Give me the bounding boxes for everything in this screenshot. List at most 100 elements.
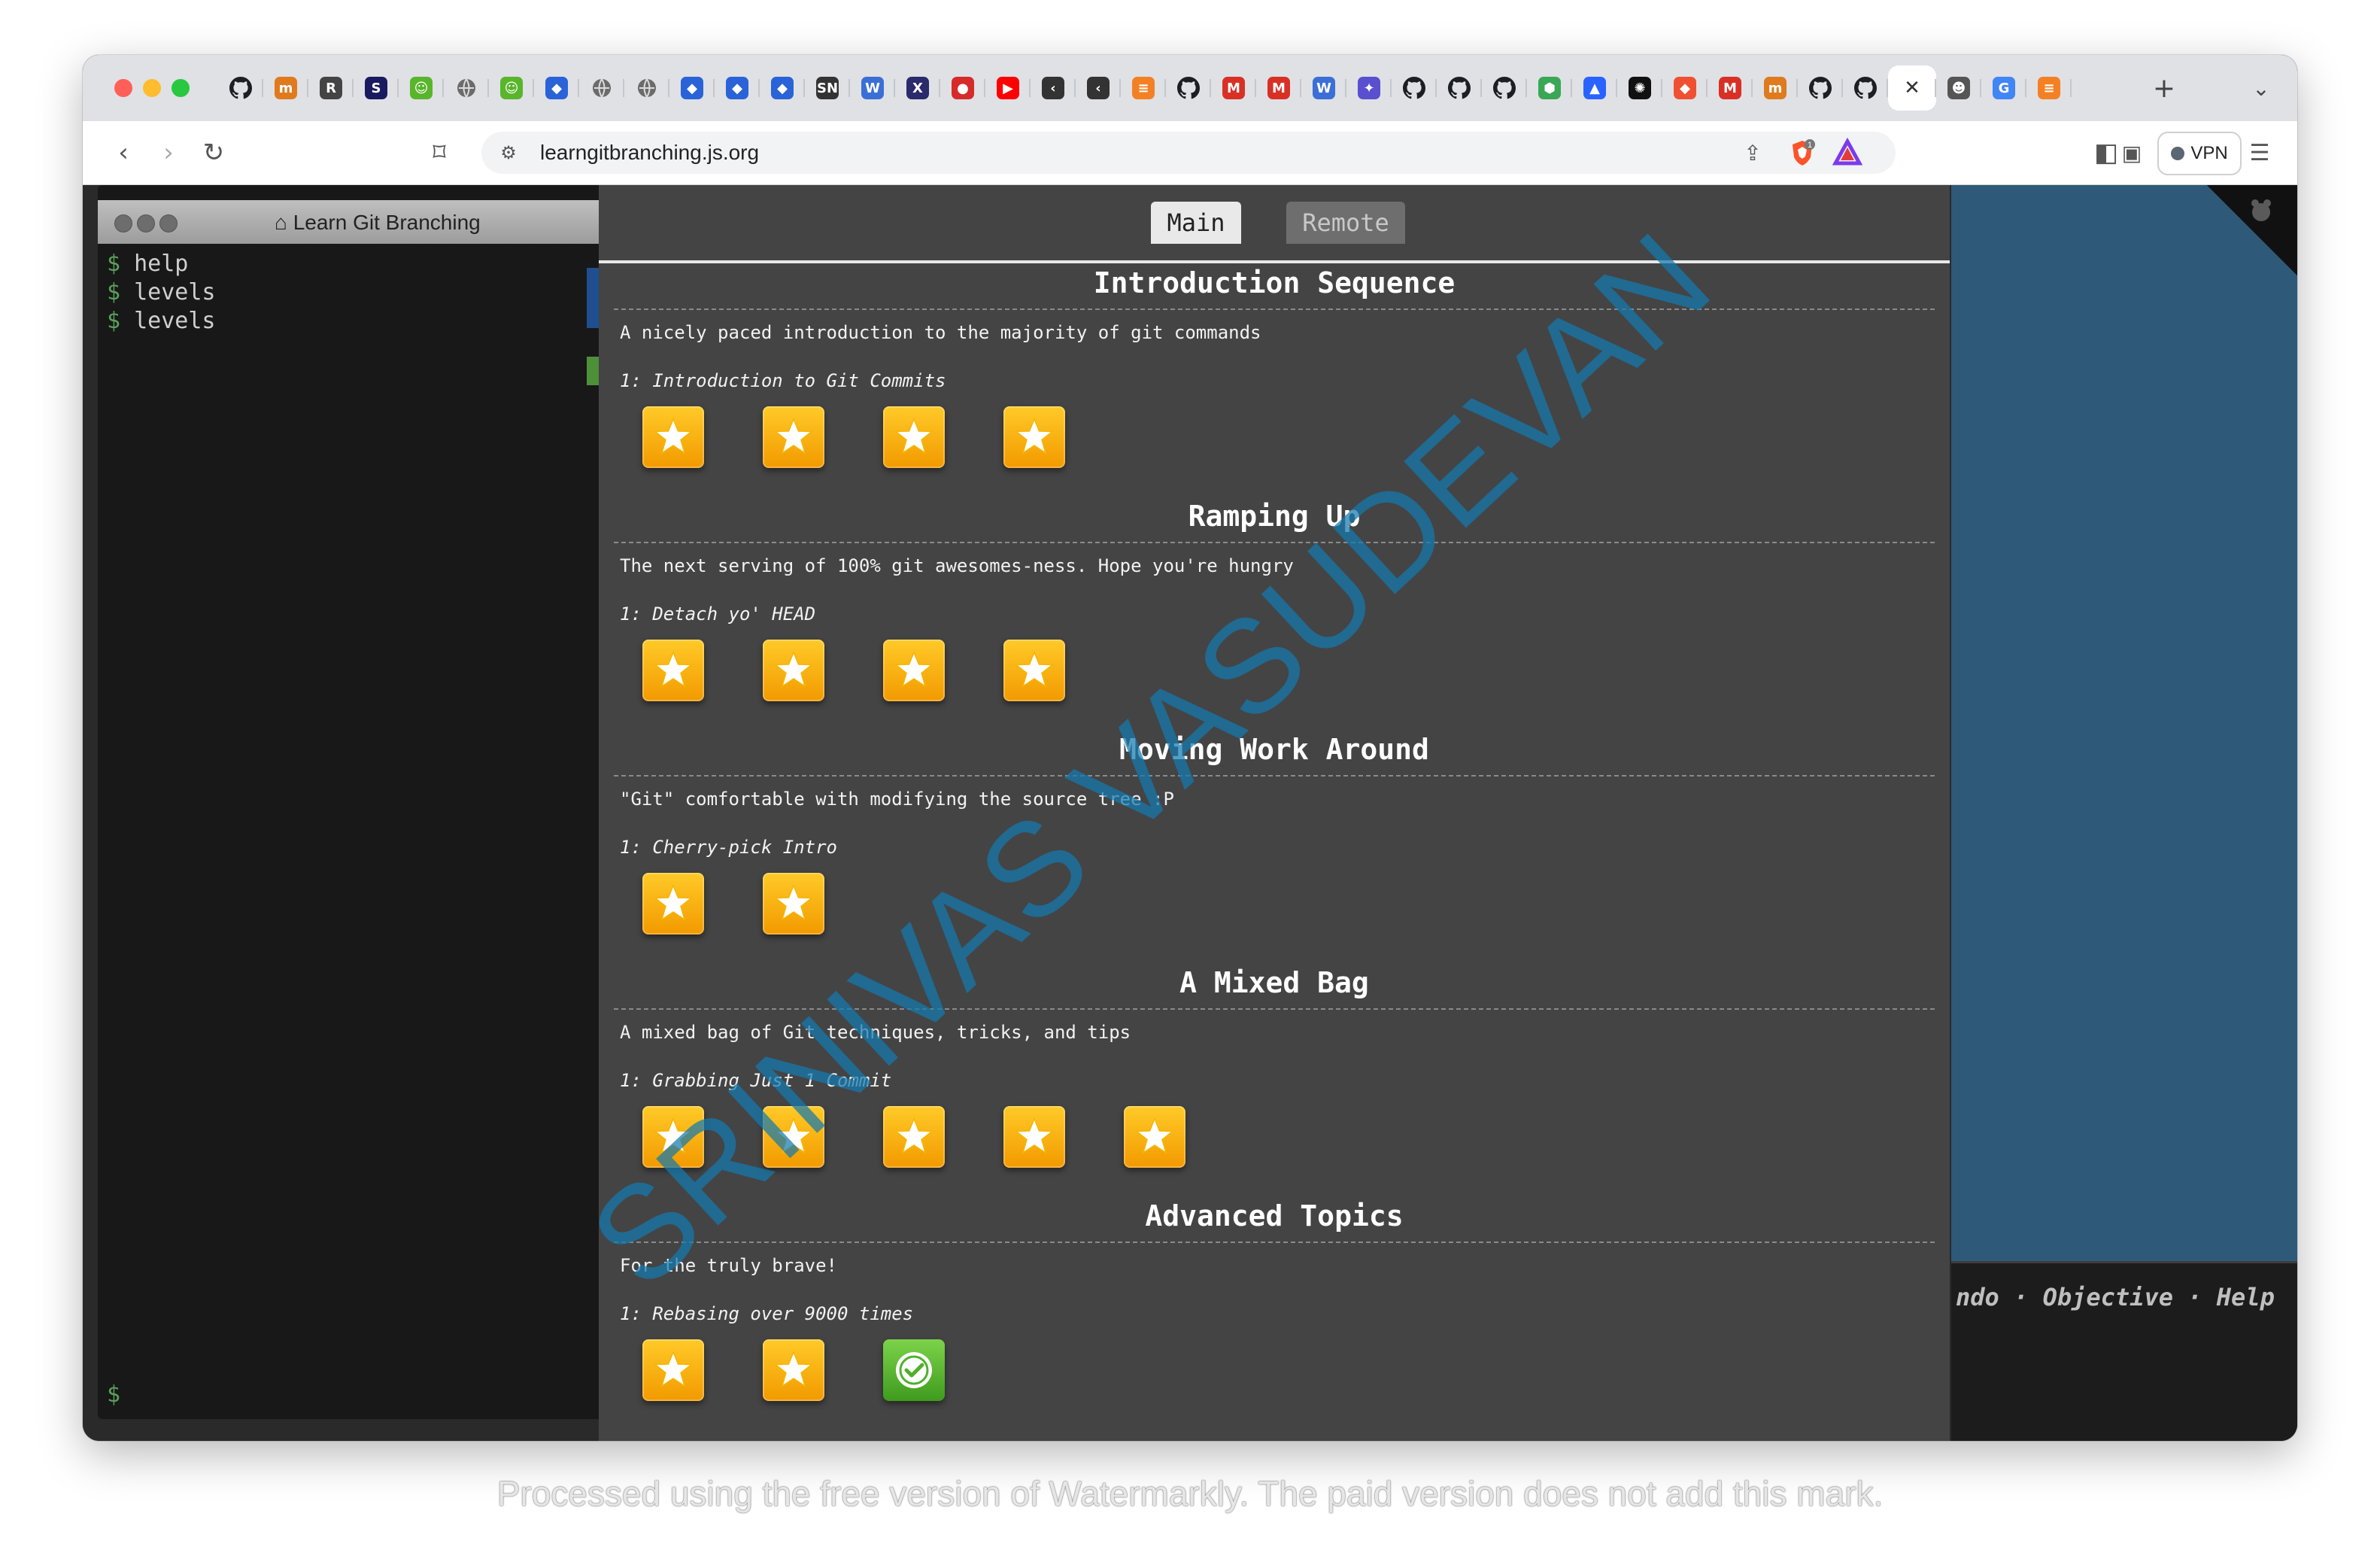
vpn-button[interactable]: VPN [2157,132,2242,175]
browser-tab[interactable]: ◆ [715,65,760,111]
browser-tab[interactable]: ▲ [1572,65,1617,111]
browser-tab[interactable]: ◆ [534,65,579,111]
browser-tab[interactable]: W [850,65,895,111]
level-star-icon[interactable] [883,640,945,701]
url-text[interactable]: learngitbranching.js.org [540,141,759,165]
terminal-title: ⌂ Learn Git Branching [275,211,481,235]
brave-shield-icon[interactable]: 1 [1787,138,1817,168]
share-icon[interactable]: ⇪ [1738,138,1768,168]
terminal-command: help [134,251,189,277]
browser-tab[interactable] [624,65,669,111]
browser-tab[interactable]: ✺ [1617,65,1662,111]
browser-tab[interactable]: ☻ [1936,65,1981,111]
level-star-icon[interactable] [883,1106,945,1168]
browser-tab[interactable]: ◆ [1662,65,1708,111]
browser-tab[interactable]: W [1301,65,1346,111]
browser-tab[interactable]: SN [805,65,850,111]
browser-tab[interactable]: ≡ [1121,65,1166,111]
terminal-titlebar: ⌂ Learn Git Branching [98,200,609,244]
level-star-icon[interactable] [763,873,824,935]
tab-remote[interactable]: Remote [1286,202,1405,244]
browser-tab[interactable]: ≡ [2026,65,2072,111]
tab-diamond-icon: ◆ [726,77,748,99]
browser-tab[interactable]: R [308,65,354,111]
level-solved-check-icon[interactable] [883,1339,945,1401]
level-star-icon[interactable] [642,640,704,701]
git-visualization-canvas [1951,185,2297,1261]
tab-chevron-icon: ‹ [1087,77,1110,99]
level-star-icon[interactable] [1003,1106,1065,1168]
browser-tab[interactable] [218,65,263,111]
browser-tab[interactable] [1482,65,1527,111]
browser-tab[interactable] [1798,65,1843,111]
new-tab-button[interactable]: + [2148,71,2181,105]
level-star-icon[interactable] [1003,640,1065,701]
level-star-icon[interactable] [763,640,824,701]
browser-tab[interactable]: ▶ [985,65,1031,111]
google-icon: G [1993,77,2015,99]
level-star-icon[interactable] [642,873,704,935]
terminal-title-text: Learn Git Branching [293,211,481,234]
terminal-input-prompt[interactable]: $ [107,1381,120,1408]
sequence-divider [614,1242,1935,1243]
wallet-button-icon[interactable]: ▣ [2114,135,2150,171]
browser-tab[interactable] [1166,65,1211,111]
browser-tab[interactable]: M [1256,65,1301,111]
address-bar[interactable]: ⚙ learngitbranching.js.org ⇪ 1 [481,132,1896,174]
tab-triangle-icon: ▲ [1583,77,1606,99]
gmail-icon: M [1267,77,1290,99]
browser-tab[interactable]: ✕ [1888,65,1936,111]
browser-tab[interactable] [1392,65,1437,111]
zoom-window-button[interactable] [172,79,190,97]
menu-icon[interactable]: ☰ [2242,135,2278,171]
level-star-icon[interactable] [642,406,704,468]
sequence-divider [614,308,1935,310]
tab-w-icon: W [1313,77,1335,99]
minimize-window-button[interactable] [143,79,161,97]
level-star-icon[interactable] [883,406,945,468]
terminal-command: levels [134,279,216,305]
browser-tab[interactable]: ☺ [489,65,534,111]
level-star-icon[interactable] [642,1339,704,1401]
octocat-icon[interactable] [2246,196,2276,226]
level-star-icon[interactable] [763,406,824,468]
browser-tab[interactable]: ◆ [669,65,715,111]
browser-tab[interactable]: X [895,65,940,111]
browser-tab[interactable]: m [1753,65,1798,111]
browser-tab[interactable] [1437,65,1482,111]
tab-smile-icon: ☺ [410,77,433,99]
browser-tab[interactable]: ● [940,65,985,111]
browser-tab[interactable]: G [1981,65,2026,111]
tab-main[interactable]: Main [1151,202,1241,244]
browser-tab[interactable]: ☺ [399,65,444,111]
tab-search-button[interactable]: ⌄ [2245,71,2278,105]
brave-rewards-icon[interactable] [1832,137,1863,168]
browser-tab[interactable]: ✦ [1346,65,1392,111]
site-info-icon[interactable]: ⚙ [495,139,522,166]
browser-tab[interactable]: ◆ [760,65,805,111]
forward-button[interactable]: › [150,135,187,171]
close-window-button[interactable] [114,79,132,97]
level-star-icon[interactable] [1003,406,1065,468]
tab-shield-icon: ⬢ [1538,77,1561,99]
browser-tab[interactable]: ‹ [1076,65,1121,111]
browser-tab[interactable]: S [354,65,399,111]
browser-tab[interactable]: M [1211,65,1256,111]
browser-tab[interactable]: ⬢ [1527,65,1572,111]
bookmark-button[interactable]: ⌑ [421,135,457,171]
browser-tab[interactable]: m [263,65,308,111]
reload-button[interactable]: ↻ [196,135,232,171]
close-tab-icon[interactable]: ✕ [1901,77,1923,99]
browser-tab[interactable] [1843,65,1888,111]
browser-tab[interactable] [444,65,489,111]
back-button[interactable]: ‹ [105,135,141,171]
stackoverflow-icon: ≡ [2038,77,2060,99]
browser-tab[interactable]: M [1708,65,1753,111]
browser-tab[interactable] [579,65,624,111]
sequence-title: Introduction Sequence [1093,266,1456,299]
browser-tab[interactable]: ‹ [1031,65,1076,111]
globe-icon [590,77,613,99]
footer-links[interactable]: ndo · Objective · Help [1956,1283,2275,1311]
level-star-icon[interactable] [1124,1106,1185,1168]
level-star-icon[interactable] [763,1339,824,1401]
